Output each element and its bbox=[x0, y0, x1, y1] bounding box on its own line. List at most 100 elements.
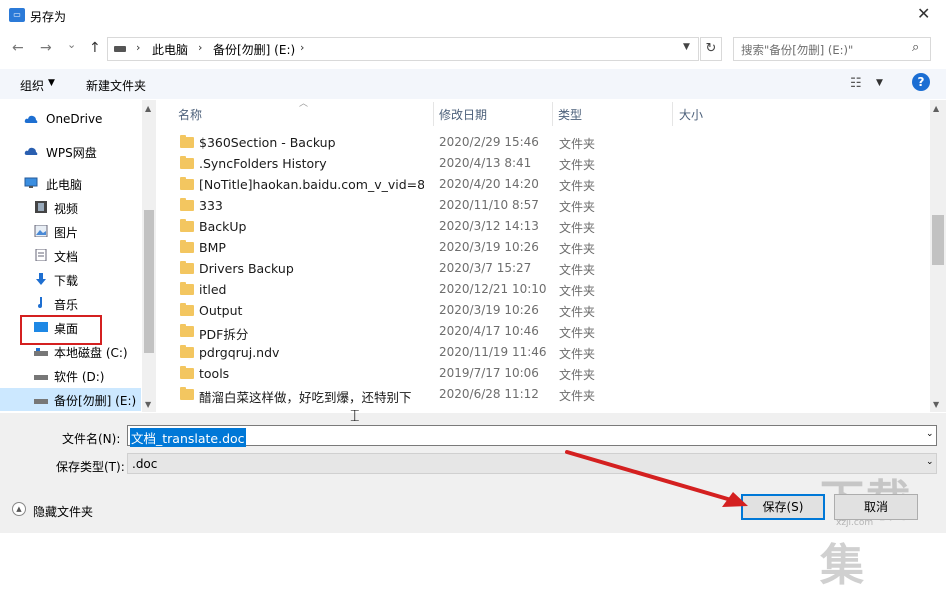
folder-icon bbox=[180, 135, 194, 148]
column-header-name[interactable]: 名称 bbox=[178, 106, 202, 123]
watermark-logo: 下载集 bbox=[820, 476, 910, 591]
sidebar-item-wps[interactable]: WPS网盘 bbox=[0, 140, 141, 163]
sidebar-item-drive-e[interactable]: 备份[勿删] (E:) bbox=[0, 388, 141, 411]
navigation-pane: OneDrive WPS网盘 此电脑 视频 图片 文档 下载 音乐 桌面 本地磁… bbox=[0, 100, 156, 412]
window-title: 另存为 bbox=[30, 10, 67, 24]
drive-icon bbox=[34, 375, 48, 380]
scroll-down-icon[interactable]: ▼ bbox=[933, 400, 939, 409]
save-type-value: .doc bbox=[132, 457, 158, 471]
table-row[interactable]: pdrgqruj.ndv 2020/11/19 11:46 文件夹 bbox=[174, 343, 874, 364]
chevron-down-icon[interactable]: ▼ bbox=[683, 42, 690, 52]
hide-folders-toggle[interactable]: 隐藏文件夹 bbox=[33, 503, 93, 520]
cursor-icon: ⌶ bbox=[350, 406, 360, 425]
table-row[interactable]: Drivers Backup 2020/3/7 15:27 文件夹 bbox=[174, 259, 874, 280]
organize-button[interactable]: 组织 bbox=[20, 77, 44, 94]
chevron-down-icon[interactable]: ▼ bbox=[876, 78, 883, 88]
table-row[interactable]: 333 2020/11/10 8:57 文件夹 bbox=[174, 196, 874, 217]
column-separator[interactable] bbox=[672, 102, 673, 126]
chevron-up-icon[interactable]: ▲ bbox=[12, 502, 26, 516]
table-row[interactable]: itled 2020/12/21 10:10 文件夹 bbox=[174, 280, 874, 301]
sidebar-item-onedrive[interactable]: OneDrive bbox=[0, 108, 141, 131]
table-row[interactable]: tools 2019/7/17 10:06 文件夹 bbox=[174, 364, 874, 385]
breadcrumb-drive-e[interactable]: 备份[勿删] (E:) bbox=[213, 41, 295, 58]
column-separator[interactable] bbox=[433, 102, 434, 126]
view-options-icon[interactable]: ☷ bbox=[850, 76, 862, 91]
document-icon bbox=[35, 249, 47, 261]
new-folder-button[interactable]: 新建文件夹 bbox=[86, 77, 146, 94]
save-button[interactable]: 保存(S) bbox=[741, 494, 825, 520]
chevron-down-icon[interactable]: ▼ bbox=[48, 78, 55, 88]
sidebar-item-pictures[interactable]: 图片 bbox=[0, 220, 141, 243]
sidebar-item-this-pc[interactable]: 此电脑 bbox=[0, 172, 141, 195]
sidebar-item-downloads[interactable]: 下载 bbox=[0, 268, 141, 291]
up-arrow-icon[interactable]: ↑ bbox=[89, 40, 101, 56]
folder-icon bbox=[180, 303, 194, 316]
table-row[interactable]: 醋溜白菜这样做，好吃到爆，还特别下 2020/6/28 11:12 文件夹 bbox=[174, 385, 874, 406]
recent-locations-icon[interactable]: ⌄ bbox=[67, 38, 76, 51]
table-row[interactable]: PDF拆分 2020/4/17 10:46 文件夹 bbox=[174, 322, 874, 343]
folder-icon bbox=[180, 345, 194, 358]
music-icon bbox=[38, 297, 42, 308]
breadcrumb-this-pc[interactable]: 此电脑 bbox=[152, 41, 188, 58]
help-icon[interactable]: ? bbox=[912, 73, 930, 91]
sidebar-item-label: 本地磁盘 (C:) bbox=[54, 346, 128, 360]
file-list-scrollbar-thumb[interactable] bbox=[932, 215, 944, 265]
forward-arrow-icon[interactable]: → bbox=[40, 40, 52, 56]
column-header-size[interactable]: 大小 bbox=[679, 106, 703, 123]
sidebar-item-documents[interactable]: 文档 bbox=[0, 244, 141, 267]
filename-input[interactable]: 文档_translate.doc ⌄ bbox=[127, 425, 937, 447]
search-input[interactable]: 搜索"备份[勿删] (E:)" ⌕ bbox=[733, 37, 931, 61]
sidebar-item-label: WPS网盘 bbox=[46, 146, 97, 160]
filename-label: 文件名(N): bbox=[62, 432, 121, 446]
sidebar-item-drive-d[interactable]: 软件 (D:) bbox=[0, 364, 141, 387]
drive-icon bbox=[114, 46, 126, 52]
folder-icon bbox=[180, 219, 194, 232]
scroll-up-icon[interactable]: ▲ bbox=[145, 104, 151, 113]
sidebar-item-label: 软件 (D:) bbox=[54, 370, 105, 384]
drive-icon bbox=[34, 348, 48, 356]
sidebar-item-label: OneDrive bbox=[46, 112, 103, 126]
sort-ascending-icon: ︿ bbox=[299, 100, 309, 109]
sidebar-item-label: 视频 bbox=[54, 202, 79, 216]
download-icon bbox=[36, 273, 46, 285]
sidebar-item-label: 备份[勿删] (E:) bbox=[54, 394, 137, 408]
folder-icon bbox=[180, 177, 194, 190]
scroll-down-icon[interactable]: ▼ bbox=[145, 400, 151, 409]
column-separator[interactable] bbox=[552, 102, 553, 126]
app-icon: ▭ bbox=[9, 8, 25, 22]
sidebar-item-label: 图片 bbox=[54, 226, 79, 240]
sidebar-scrollbar-thumb[interactable] bbox=[144, 210, 154, 353]
folder-icon bbox=[180, 240, 194, 253]
chevron-down-icon[interactable]: ⌄ bbox=[926, 429, 934, 439]
chevron-right-icon: › bbox=[198, 41, 203, 54]
close-icon[interactable]: ✕ bbox=[917, 4, 930, 23]
video-icon bbox=[35, 201, 47, 213]
desktop-highlight-box bbox=[20, 315, 102, 345]
table-row[interactable]: BackUp 2020/3/12 14:13 文件夹 bbox=[174, 217, 874, 238]
column-header-type[interactable]: 类型 bbox=[558, 106, 582, 123]
scroll-up-icon[interactable]: ▲ bbox=[933, 104, 939, 113]
folder-icon bbox=[180, 156, 194, 169]
picture-icon bbox=[34, 225, 48, 237]
column-header-date[interactable]: 修改日期 bbox=[439, 106, 487, 123]
sidebar-item-videos[interactable]: 视频 bbox=[0, 196, 141, 219]
title-bar bbox=[0, 0, 946, 32]
table-row[interactable]: [NoTitle]haokan.baidu.com_v_vid=87... 202… bbox=[174, 175, 874, 196]
table-row[interactable]: Output 2020/3/19 10:26 文件夹 bbox=[174, 301, 874, 322]
cloud-icon bbox=[24, 115, 38, 123]
cancel-button[interactable]: 取消 bbox=[834, 494, 918, 520]
save-type-select[interactable]: .doc ⌄ bbox=[127, 453, 937, 474]
refresh-icon[interactable]: ↻ bbox=[700, 37, 722, 61]
chevron-right-icon[interactable]: › bbox=[300, 41, 304, 54]
table-row[interactable]: .SyncFolders History 2020/4/13 8:41 文件夹 bbox=[174, 154, 874, 175]
table-row[interactable]: $360Section - Backup 2020/2/29 15:46 文件夹 bbox=[174, 133, 874, 154]
sidebar-item-label: 文档 bbox=[54, 250, 79, 264]
filename-value: 文档_translate.doc bbox=[130, 428, 246, 447]
sidebar-item-music[interactable]: 音乐 bbox=[0, 292, 141, 315]
drive-icon bbox=[34, 399, 48, 404]
address-bar[interactable]: › 此电脑 › 备份[勿删] (E:) › ▼ bbox=[107, 37, 699, 61]
back-arrow-icon[interactable]: ← bbox=[12, 40, 24, 56]
search-icon[interactable]: ⌕ bbox=[912, 40, 919, 55]
table-row[interactable]: BMP 2020/3/19 10:26 文件夹 bbox=[174, 238, 874, 259]
chevron-right-icon: › bbox=[136, 41, 141, 54]
